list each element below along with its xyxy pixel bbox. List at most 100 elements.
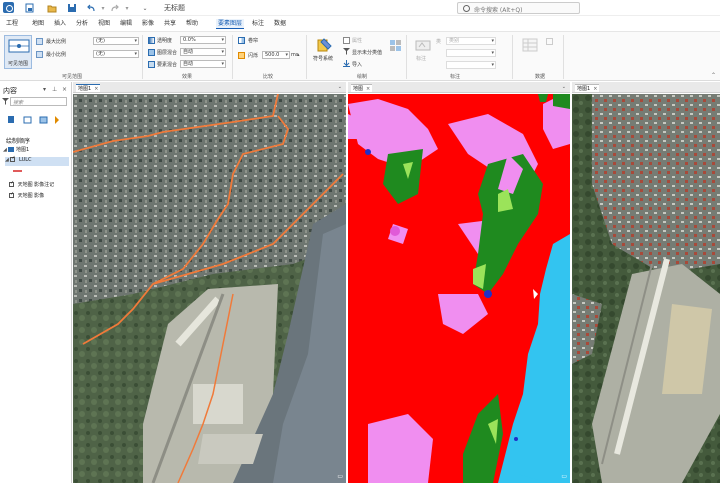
tab-edit[interactable]: 编辑 — [118, 19, 134, 29]
transparency-input[interactable]: 0.0% — [180, 36, 226, 44]
view-tab-menu-icon[interactable]: ⌄ — [338, 84, 342, 90]
ribbon-separator — [306, 35, 307, 79]
close-icon[interactable]: × — [62, 86, 67, 93]
redo-dropdown-icon[interactable]: ▾ — [121, 2, 133, 14]
flicker-icon[interactable] — [238, 52, 245, 59]
tree-basemap-labels[interactable]: 天地图 影像注记 — [9, 180, 55, 188]
basemap-imagery-label: 天地图 影像 — [17, 193, 45, 199]
command-search-placeholder: 命令搜索 (Alt+Q) — [474, 7, 523, 14]
view-tab-map-label: 地图 — [353, 86, 364, 92]
map-view-3[interactable] — [572, 94, 720, 483]
collapse-ribbon-icon[interactable]: ⌃ — [711, 72, 716, 79]
tab-insert[interactable]: 插入 — [52, 19, 68, 29]
tab-data[interactable]: 数据 — [272, 19, 288, 29]
tree-basemap-imagery[interactable]: 天地图 影像 — [9, 191, 45, 199]
tab-imagery[interactable]: 影像 — [140, 19, 156, 29]
label-expression-select[interactable] — [446, 61, 496, 69]
view-tab-map1-b[interactable]: 地图1 × — [575, 84, 600, 92]
layer-blend-select[interactable]: 自动 — [180, 48, 226, 56]
basemap-labels-checkbox[interactable] — [9, 180, 14, 187]
view-tab-menu-icon[interactable]: ⌄ — [562, 84, 566, 90]
pane-menu-icon[interactable]: ▾ — [43, 86, 46, 93]
layer-blend-label: 图层混合 — [157, 50, 178, 56]
customize-toolbar-icon[interactable]: ⌄ — [139, 2, 151, 14]
max-scale-select[interactable]: (无) — [93, 37, 139, 45]
tab-share[interactable]: 共享 — [162, 19, 178, 29]
map-view-type-icon[interactable]: ▭ — [337, 473, 343, 480]
map-view-1[interactable]: ▭ — [73, 94, 346, 483]
tab-help[interactable]: 帮助 — [184, 19, 200, 29]
pin-icon[interactable]: ⊥ — [52, 86, 57, 93]
map-view-2[interactable]: ▭ — [348, 94, 570, 483]
tree-map-label: 地图1 — [16, 147, 30, 153]
import-label[interactable]: 导入 — [352, 61, 362, 68]
undo-icon[interactable] — [85, 2, 97, 14]
import-icon[interactable] — [343, 60, 350, 67]
search-icon — [463, 5, 470, 12]
drawing-group-label: 绘制 — [357, 74, 368, 80]
redo-icon[interactable] — [109, 2, 121, 14]
attributes-icon[interactable] — [343, 37, 350, 44]
close-icon[interactable]: × — [366, 86, 370, 92]
tab-project[interactable]: 工程 — [4, 19, 20, 29]
effects-group-label: 效果 — [182, 74, 193, 80]
filter-icon[interactable] — [2, 98, 9, 105]
visible-range-icon — [8, 39, 30, 53]
open-project-icon[interactable] — [46, 2, 58, 14]
label-button[interactable]: 标注 — [412, 36, 434, 68]
view-tab-map[interactable]: 地图 × — [351, 84, 373, 92]
data-export-button[interactable] — [520, 37, 542, 67]
feature-blend-select[interactable]: 自动 — [180, 60, 226, 68]
mosaic-button[interactable] — [388, 36, 404, 66]
display-unclassed-label[interactable]: 显示未分类值 — [352, 49, 382, 56]
contents-search-input[interactable]: 搜索 — [10, 97, 67, 106]
list-by-drawing-order-icon[interactable] — [8, 116, 14, 123]
close-icon[interactable]: × — [94, 86, 98, 92]
swipe-label[interactable]: 卷帘 — [248, 37, 258, 44]
flicker-label[interactable]: 闪烁 — [248, 52, 258, 59]
drawing-order-heading: 绘制顺序 — [6, 138, 31, 145]
contents-title: 内容 — [3, 87, 17, 95]
save-project-icon[interactable] — [66, 2, 78, 14]
view-tab-map1-label: 地图1 — [78, 86, 92, 92]
min-scale-icon — [36, 51, 43, 58]
list-by-editing-icon[interactable] — [55, 116, 59, 124]
list-by-source-icon[interactable] — [23, 116, 32, 124]
contents-pane: 内容 ▾ ⊥ × 搜索 绘制顺序 ◢ 地图1 ◢ LULC 天地图 影像注记 天… — [0, 82, 72, 483]
symbology-button[interactable]: 符号系统 — [313, 36, 337, 68]
tab-feature-layer[interactable]: 要素图层 — [216, 19, 245, 29]
ribbon-separator — [406, 35, 407, 79]
close-icon[interactable]: × — [593, 86, 597, 92]
new-project-icon[interactable] — [23, 2, 35, 14]
tree-layer-lulc[interactable]: ◢ LULC — [5, 155, 69, 166]
transparency-label: 透明度 — [157, 38, 173, 44]
label-field-select[interactable] — [446, 49, 496, 57]
tab-map[interactable]: 地图 — [30, 19, 46, 29]
ribbon-separator — [142, 35, 143, 79]
tree-map-item[interactable]: ◢ 地图1 — [3, 146, 29, 153]
label-class-label: 类 — [436, 39, 442, 45]
label-button-text: 标注 — [416, 56, 427, 62]
tab-view[interactable]: 视图 — [96, 19, 112, 29]
command-search-input[interactable]: 命令搜索 (Alt+Q) — [457, 2, 580, 14]
flicker-rate-input[interactable]: 500.0 — [262, 51, 290, 59]
label-class-select[interactable]: 类别 — [446, 37, 496, 45]
view-tab-map1[interactable]: 地图1 × — [76, 84, 101, 92]
app-icon — [3, 2, 14, 13]
data-tool-icon[interactable] — [546, 38, 553, 45]
basemap-imagery-checkbox[interactable] — [9, 191, 14, 198]
visible-range-button[interactable]: 可见范围 — [4, 35, 32, 69]
min-scale-select[interactable]: (无) — [93, 50, 139, 58]
swipe-icon[interactable] — [238, 37, 245, 44]
basemap-labels-label: 天地图 影像注记 — [17, 182, 55, 188]
tab-analysis[interactable]: 分析 — [74, 19, 90, 29]
lulc-visibility-checkbox[interactable] — [10, 155, 16, 162]
tab-labeling[interactable]: 标注 — [250, 19, 266, 29]
view-tab-map1-b-label: 地图1 — [577, 86, 591, 92]
flicker-rate-spin-icon[interactable]: ▴ — [297, 52, 300, 58]
attributes-label[interactable]: 属性 — [352, 37, 362, 44]
undo-dropdown-icon[interactable]: ▾ — [97, 2, 109, 14]
list-by-selection-icon[interactable] — [39, 116, 48, 124]
map-view-type-icon[interactable]: ▭ — [561, 473, 567, 480]
symbology-icon — [317, 38, 332, 52]
